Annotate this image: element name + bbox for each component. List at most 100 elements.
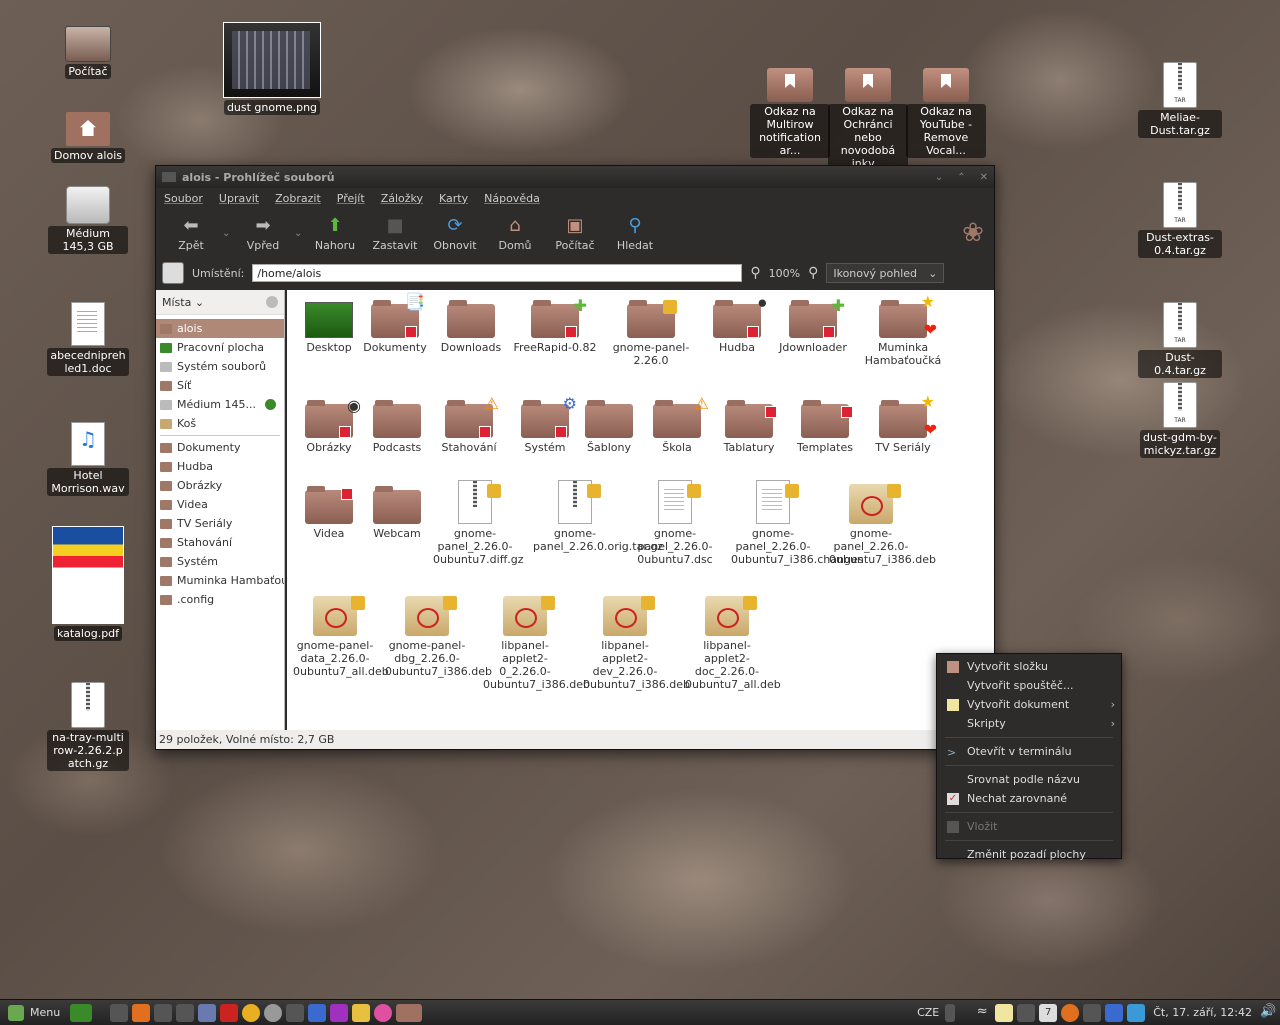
menu-item-change-background[interactable]: Změnit pozadí plochy — [937, 845, 1121, 864]
menu-item-paste[interactable]: Vložit — [937, 817, 1121, 836]
sidebar-bookmark[interactable]: Systém — [156, 552, 284, 571]
chat-launcher-icon[interactable] — [264, 1003, 283, 1022]
desktop-icon-dust[interactable]: TAR Dust-0.4.tar.gz — [1138, 302, 1222, 378]
search-button[interactable]: ⚲ Hledat — [606, 215, 664, 252]
firefox-launcher-icon[interactable] — [132, 1003, 151, 1022]
volume-icon[interactable]: 🔊 — [1260, 1004, 1278, 1022]
sidebar-bookmark[interactable]: Videa — [156, 495, 284, 514]
desktop-icon-link-ochranci[interactable]: Odkaz na Ochránci nebo novodobá inkv... — [828, 68, 908, 171]
menu-item-open-terminal[interactable]: > Otevřít v terminálu — [937, 742, 1121, 761]
sidebar-bookmark[interactable]: Obrázky — [156, 476, 284, 495]
file-item[interactable]: ⚫ Hudba — [695, 290, 779, 354]
file-item[interactable]: libpanel-applet2-dev_2.26.0-0ubuntu7_i38… — [583, 588, 690, 691]
show-desktop-icon[interactable] — [70, 1003, 93, 1022]
clipboard-tray-icon[interactable] — [1083, 1003, 1102, 1022]
clock[interactable]: Čt, 17. září, 12:42 — [1147, 1006, 1258, 1019]
file-item[interactable]: gnome-panel_2.26.0-0ubuntu7_i386.deb — [829, 476, 936, 566]
forward-button[interactable]: ➡ Vpřed — [234, 215, 292, 252]
desktop-icon-dust-gnome-png[interactable]: dust gnome.png — [222, 22, 322, 115]
desktop-icon-computer[interactable]: Počítač — [46, 26, 130, 79]
dropbox-tray-icon[interactable] — [1127, 1003, 1146, 1022]
file-item[interactable]: gnome-panel-data_2.26.0-0ubuntu7_all.deb — [293, 588, 389, 678]
file-item[interactable]: gnome-panel_2.26.0-0ubuntu7_i386.changes — [731, 476, 863, 566]
chrome-launcher-icon[interactable] — [242, 1003, 261, 1022]
sidebar-item-medium[interactable]: Médium 145... — [156, 395, 284, 414]
folder-launcher-icon[interactable] — [352, 1003, 371, 1022]
desktop-icon-drive[interactable]: Médium 145,3 GB — [46, 186, 130, 254]
reload-button[interactable]: ⟳ Obnovit — [426, 215, 484, 252]
wifi-icon[interactable]: ≈ — [973, 1004, 991, 1022]
view-mode-select[interactable]: Ikonový pohled ⌄ — [826, 263, 945, 283]
desktop-icon-pdf[interactable]: katalog.pdf — [46, 526, 130, 641]
menu-item-create-folder[interactable]: Vytvořit složku — [937, 657, 1121, 676]
computer-button[interactable]: ▣ Počítač — [546, 215, 604, 252]
sidebar-item-filesystem[interactable]: Systém souborů — [156, 357, 284, 376]
file-item[interactable]: Tablatury — [707, 390, 791, 454]
taskbar-file-manager-window[interactable] — [396, 1003, 423, 1022]
zoom-level[interactable]: 100% — [769, 267, 800, 280]
mail-launcher-icon[interactable] — [286, 1003, 305, 1022]
file-item[interactable]: gnome-panel_2.26.0.orig.tar.gz — [533, 476, 663, 553]
menu-zalozky[interactable]: Záložky — [381, 192, 423, 205]
stop-button[interactable]: ■ Zastavit — [366, 215, 424, 252]
sidebar-item-network[interactable]: Síť — [156, 376, 284, 395]
back-history-chevron-icon[interactable]: ⌄ — [222, 228, 232, 239]
sidebar-item-desktop[interactable]: Pracovní plocha — [156, 338, 284, 357]
zoom-out-icon[interactable]: ⚲ — [750, 265, 760, 281]
sidebar-bookmark[interactable]: .config — [156, 590, 284, 609]
file-item[interactable]: ✚ FreeRapid-0.82 — [513, 290, 597, 355]
file-item[interactable]: libpanel-applet2-doc_2.26.0-0ubuntu7_all… — [685, 588, 781, 691]
image-viewer-launcher-icon[interactable] — [176, 1003, 195, 1022]
file-item[interactable]: gnome-panel_2.26.0-0ubuntu7.diff.gz — [433, 476, 524, 566]
desktop-icon-link-multirow[interactable]: Odkaz na Multirow notification ar... — [750, 68, 830, 158]
back-button[interactable]: ⬅ Zpět — [162, 215, 220, 252]
menu-item-scripts[interactable]: Skripty › — [937, 714, 1121, 733]
sidebar-bookmark[interactable]: Stahování — [156, 533, 284, 552]
file-item[interactable]: ⚠ Stahování — [427, 390, 511, 455]
menu-karty[interactable]: Karty — [439, 192, 468, 205]
sidebar-item-alois[interactable]: alois — [156, 319, 284, 338]
sidebar-item-trash[interactable]: Koš — [156, 414, 284, 433]
desktop-icon-meliae[interactable]: TAR Meliae-Dust.tar.gz — [1138, 62, 1222, 138]
menu-item-create-document[interactable]: Vytvořit dokument › — [937, 695, 1121, 714]
file-item[interactable]: Downloads — [429, 290, 513, 354]
sidebar-bookmark[interactable]: Hudba — [156, 457, 284, 476]
update-tray-icon[interactable] — [1061, 1003, 1080, 1022]
desktop-icon-patch[interactable]: na-tray-multirow-2.26.2.patch.gz — [46, 682, 130, 771]
menu-item-create-launcher[interactable]: Vytvořit spouštěč... — [937, 676, 1121, 695]
menu-item-sort-by-name[interactable]: Srovnat podle názvu — [937, 770, 1121, 789]
desktop-icon-wav[interactable]: Hotel Morrison.wav — [46, 422, 130, 496]
desktop-icon-home[interactable]: Domov alois — [46, 112, 130, 163]
sidebar-bookmark[interactable]: TV Seriály — [156, 514, 284, 533]
network-tray-icon[interactable] — [1017, 1003, 1036, 1022]
sidebar-bookmark[interactable]: Dokumenty — [156, 438, 284, 457]
zoom-in-icon[interactable]: ⚲ — [808, 265, 818, 281]
downloader-launcher-icon[interactable] — [220, 1003, 239, 1022]
file-manager-launcher-icon[interactable] — [154, 1003, 173, 1022]
close-sidebar-icon[interactable] — [266, 296, 278, 308]
location-input[interactable]: /home/alois — [252, 264, 743, 282]
sync-tray-icon[interactable] — [1105, 1003, 1124, 1022]
terminal-launcher-icon[interactable] — [110, 1003, 129, 1022]
toggle-location-edit-icon[interactable] — [162, 262, 184, 284]
desktop-icon-doc[interactable]: abecedniprehled1.doc — [46, 302, 130, 376]
maximize-icon[interactable]: ⌃ — [957, 172, 965, 183]
window-titlebar[interactable]: alois - Prohlížeč souborů ⌄ ⌃ ✕ — [156, 166, 994, 188]
up-button[interactable]: ⬆ Nahoru — [306, 215, 364, 252]
home-button[interactable]: ⌂ Domů — [486, 215, 544, 252]
file-item[interactable]: ★ ❤ TV Seriály — [861, 390, 945, 455]
file-item[interactable]: ✚ Jdownloader — [771, 290, 855, 355]
pidgin-launcher-icon[interactable] — [198, 1003, 217, 1022]
workspace-switcher[interactable] — [945, 1003, 956, 1022]
calendar-tray-icon[interactable]: 7 — [1039, 1003, 1058, 1022]
minimize-icon[interactable]: ⌄ — [935, 172, 943, 183]
file-item[interactable]: Templates — [783, 390, 867, 454]
menu-upravit[interactable]: Upravit — [219, 192, 259, 205]
file-item[interactable]: ★ ❤ Muminka Hambaťoučká — [861, 290, 945, 368]
main-menu-button[interactable]: Menu — [0, 1004, 68, 1021]
editor-launcher-icon[interactable] — [308, 1003, 327, 1022]
forward-history-chevron-icon[interactable]: ⌄ — [294, 228, 304, 239]
keyboard-layout-indicator[interactable]: CZE — [913, 1006, 943, 1019]
file-item[interactable]: gnome-panel-2.26.0 — [609, 290, 693, 367]
file-item[interactable]: gnome-panel-dbg_2.26.0-0ubuntu7_i386.deb — [385, 588, 492, 678]
